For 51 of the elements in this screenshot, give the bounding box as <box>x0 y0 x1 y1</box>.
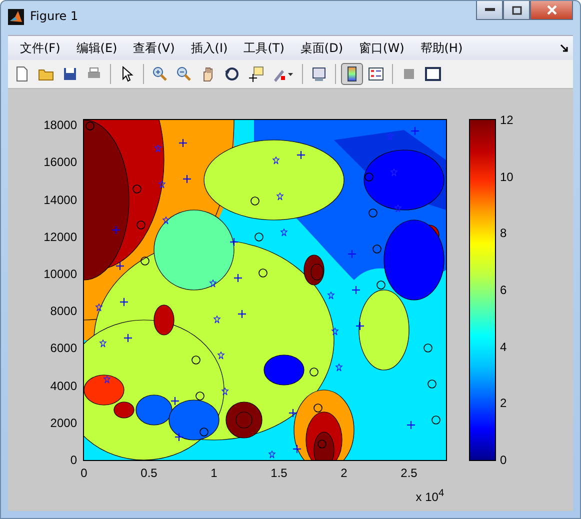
square-icon <box>401 66 417 82</box>
y-tick-label: 4000 <box>50 378 77 393</box>
app-logo-icon <box>8 9 24 25</box>
y-tick-label: 14000 <box>44 192 77 207</box>
x-axis-multiplier: x 10$^{4}$ <box>416 488 444 504</box>
close-icon <box>546 5 556 15</box>
minimize-icon <box>484 8 494 12</box>
zoom-in-icon <box>152 66 168 82</box>
x-tick-label: 1.5 <box>270 466 288 480</box>
menu-item[interactable]: 查看(V) <box>125 40 183 56</box>
x-tick-label: 2 <box>340 466 348 480</box>
colorbar-tick-label: 12 <box>500 113 514 127</box>
y-tick-label: 16000 <box>44 155 77 170</box>
y-tick-label: 6000 <box>50 341 77 356</box>
x-tick-label: 2.5 <box>400 466 418 480</box>
y-tick-label: 12000 <box>44 230 77 244</box>
maximize-icon <box>512 6 522 14</box>
colorbar-tick-label: 2 <box>500 396 507 410</box>
x-tick-label: 0.5 <box>140 466 158 480</box>
y-tick-label: 18000 <box>44 118 77 132</box>
menu-item[interactable]: 帮助(H) <box>412 40 471 56</box>
menu-item[interactable]: 编辑(E) <box>68 40 126 56</box>
menu-item[interactable]: 插入(I) <box>182 40 236 56</box>
close-button[interactable] <box>530 1 573 20</box>
y-tick-label: 0 <box>70 453 77 467</box>
maximize-button[interactable] <box>503 1 530 20</box>
window-title: Figure 1 <box>30 9 78 23</box>
legend-icon <box>368 66 384 82</box>
colorbar-tick-label: 4 <box>500 340 507 354</box>
colorbar-tick-label: 10 <box>500 170 514 184</box>
x-tick-label: 1 <box>210 466 218 480</box>
y-tick-label: 2000 <box>50 416 77 430</box>
colorbar-tick-label: 8 <box>500 226 507 240</box>
zoom-out-icon <box>176 66 192 82</box>
colorbar-tick-label: 6 <box>500 283 507 297</box>
menu-item[interactable]: 工具(T) <box>236 40 292 56</box>
x-tick-label: 0 <box>80 466 88 480</box>
data-cursor-icon <box>248 66 264 82</box>
y-tick-label: 8000 <box>50 304 77 318</box>
colorbar-tick-label: 0 <box>500 453 507 467</box>
menu-item[interactable]: 窗口(W) <box>351 40 412 56</box>
minimize-button[interactable] <box>476 1 503 20</box>
toolbar-button[interactable] <box>341 63 363 85</box>
dock-arrow-icon[interactable] <box>559 43 569 53</box>
menu-item[interactable]: 文件(F) <box>12 40 68 56</box>
frame-icon <box>425 66 441 82</box>
new-file-icon <box>14 66 30 82</box>
menu-item[interactable]: 桌面(D) <box>292 40 352 56</box>
rotate-icon <box>224 66 240 82</box>
save-icon <box>62 66 78 82</box>
y-tick-label: 10000 <box>44 267 77 281</box>
